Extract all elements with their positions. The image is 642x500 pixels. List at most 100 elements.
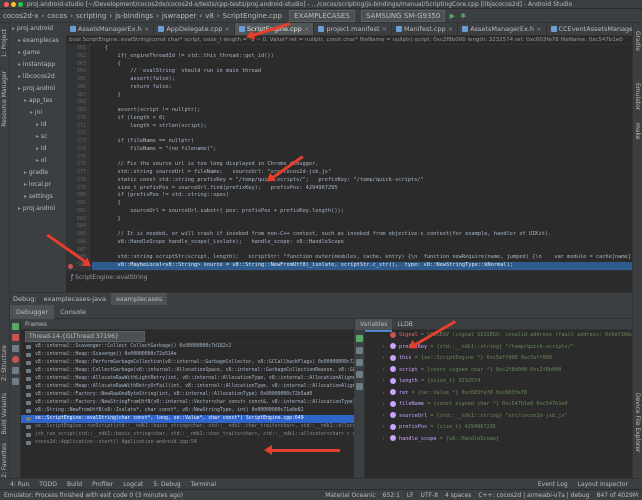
tree-node[interactable]: ▸ jni: [10, 107, 66, 119]
variable-row[interactable]: › prefixPos = {size_t} 4294967295: [366, 422, 632, 434]
expand-arrow-icon[interactable]: ›: [382, 411, 385, 423]
stack-frame[interactable]: v8::internal::Factory::NewRawOneByteStri…: [21, 391, 354, 399]
breadcrumb[interactable]: cocos2d-x › cocos › scripting › js-bindings › js…: [0, 12, 285, 20]
expand-arrow-icon[interactable]: ›: [382, 376, 385, 388]
bottom-tab[interactable]: TODO: [34, 479, 62, 489]
tab-lldb[interactable]: LLDB: [392, 319, 417, 330]
close-icon[interactable]: ×: [534, 25, 541, 33]
structure-tool-button[interactable]: Z: Structure: [1, 345, 8, 381]
stack-frame[interactable]: jsb_run_script(std::__ndk1::basic_string…: [21, 431, 354, 439]
build-variants-tool-button[interactable]: Build Variants: [1, 393, 8, 434]
code-line[interactable]: [92, 154, 632, 162]
status-position[interactable]: 652:1: [383, 492, 400, 499]
code-line[interactable]: std::string scriptStr(script, length); s…: [92, 254, 633, 262]
add-watch-icon[interactable]: [356, 335, 363, 342]
bottom-tab[interactable]: 5: Debug: [148, 479, 185, 489]
thread-select[interactable]: Thread-14-{GLThread 37196}: [25, 331, 145, 342]
stack-frame[interactable]: v8::internal::Heap::AllocateRawWithLight…: [21, 375, 354, 383]
breadcrumb-item[interactable]: v8: [202, 9, 217, 22]
tree-node[interactable]: ▸ Id: [10, 119, 66, 131]
status-theme[interactable]: Material Oceanic: [325, 492, 375, 499]
variable-row[interactable]: › handle_scope = {v8::HandleScope}: [366, 434, 632, 446]
code-line[interactable]: // Fix the source url is too long displa…: [92, 161, 632, 169]
mute-breakpoints-icon[interactable]: [12, 367, 19, 374]
tab-cceventassetsmanagerex-h[interactable]: CCEventAssetsManagerEx.h ×: [547, 23, 632, 35]
tree-node[interactable]: ▸ instantapp: [10, 59, 66, 71]
gradle-tool-button[interactable]: Gradle: [634, 31, 641, 51]
move-up-icon[interactable]: [356, 359, 363, 366]
code-line[interactable]: return false;: [92, 84, 632, 92]
code-line[interactable]: [92, 99, 632, 107]
code-line[interactable]: if(_engineThreadId != std::this_thread::…: [92, 53, 632, 61]
tab-project-manifest[interactable]: project.manifest ×: [314, 23, 393, 35]
stack-frame[interactable]: v8::String::NewFromUtf8(v8::Isolate*, ch…: [21, 407, 354, 415]
code-line[interactable]: [92, 223, 632, 231]
stack-frame[interactable]: v8::internal::Heap::AllocateRawWithRetry…: [21, 383, 354, 391]
tab-manifest-cpp[interactable]: Manifest.cpp ×: [392, 23, 459, 35]
line-gutter[interactable]: 561 562 563 564 565 566 567 568 569 570 571 572 573 5…: [66, 45, 90, 270]
code-line[interactable]: {: [92, 200, 632, 208]
code-line[interactable]: assert(script != nullptr);: [92, 107, 632, 115]
status-context[interactable]: C++: cocos2d | armeabi-v7a | debug: [478, 492, 589, 499]
bottom-right-tab[interactable]: Layout Inspector: [573, 479, 633, 489]
status-line-separator[interactable]: LF: [407, 492, 414, 499]
status-memory[interactable]: 847 of 4029M: [597, 492, 639, 499]
stack-frame[interactable]: v8::internal::Heap::CollectGarbage(v8::i…: [21, 367, 354, 375]
variable-row[interactable]: › this = {se::ScriptEngine *} 0xc5eff000 …: [366, 353, 632, 365]
code-line[interactable]: v8::MaybeLocal<v8::String> source = v8::…: [92, 262, 632, 270]
breadcrumb-item[interactable]: cocos: [44, 9, 70, 22]
status-encoding[interactable]: UTF-8: [421, 492, 439, 499]
code-line[interactable]: static const std::string prefixKey = "/t…: [92, 177, 632, 185]
bottom-tab[interactable]: 4: Run: [5, 479, 34, 489]
stack-frame[interactable]: v8::internal::Scavenger::Collect Collect…: [21, 343, 354, 351]
expand-arrow-icon[interactable]: ›: [382, 353, 385, 365]
expand-arrow-icon[interactable]: ›: [382, 399, 385, 411]
run-config-select[interactable]: EXAMPLECASES: [289, 10, 355, 22]
stack-frame[interactable]: se::ScriptEngine::runScript(std::__ndk1:…: [21, 423, 354, 431]
code-line[interactable]: [92, 130, 632, 138]
bottom-tab[interactable]: Build: [62, 479, 87, 489]
debug-icon[interactable]: ✱: [460, 12, 466, 20]
code-line[interactable]: }: [92, 92, 632, 100]
code-line[interactable]: }: [92, 216, 632, 224]
stack-frame[interactable]: v8::internal::Factory::NewStringFromUtf8…: [21, 399, 354, 407]
bottom-right-tab[interactable]: Event Log: [533, 479, 573, 489]
variable-row[interactable]: › fileName = {const signed char *} 0xc547…: [366, 399, 632, 411]
tree-node[interactable]: ▸ proj.android: [10, 23, 66, 35]
breadcrumb-item[interactable]: scripting: [73, 9, 109, 22]
tree-node[interactable]: ▸ app_tes: [10, 95, 66, 107]
code-line[interactable]: assert(false);: [92, 76, 632, 84]
bottom-tab[interactable]: Terminal: [186, 479, 221, 489]
status-message[interactable]: Emulator: Process finished with exit cod…: [0, 492, 183, 499]
expand-arrow-icon[interactable]: ›: [382, 434, 385, 446]
tree-node[interactable]: ▸ ol: [10, 155, 66, 167]
breadcrumb-item[interactable]: cocos2d-x: [0, 9, 41, 22]
code-line[interactable]: length = strlen(script);: [92, 123, 632, 131]
tree-node[interactable]: ▸ libcocos2d: [10, 71, 66, 83]
code-area[interactable]: 561 562 563 564 565 566 567 568 569 570 571 572 573 5…: [66, 45, 632, 270]
thread-selector[interactable]: Thread-14-{GLThread 37196}: [21, 330, 354, 343]
variable-row[interactable]: › length = {ssize_t} 3232574: [366, 376, 632, 388]
code-line[interactable]: if (prefixPos != std::string::npos): [92, 192, 632, 200]
tab-assetsmanagerex-h[interactable]: AssetsManagerEx.h ×: [66, 23, 155, 35]
device-file-explorer-tool-button[interactable]: Device File Explorer: [634, 393, 641, 452]
breakpoints-icon[interactable]: [12, 356, 19, 363]
tree-node[interactable]: ▸ sc: [10, 131, 66, 143]
variable-row[interactable]: › ret = {se::Value *} 0xc603fe78 0xc603fe…: [366, 388, 632, 400]
code-line[interactable]: // `evalString` should run in main threa…: [92, 68, 632, 76]
tab-console[interactable]: Console: [54, 305, 92, 319]
tree-node[interactable]: ▸ Id: [10, 143, 66, 155]
editor-breadcrumb-label[interactable]: ScriptEngine::evalString: [75, 274, 148, 281]
close-icon[interactable]: ×: [142, 25, 149, 33]
code-line[interactable]: size_t prefixPos = sourceUrl.find(prefix…: [92, 185, 632, 193]
tab-assetsmanagerex-h[interactable]: AssetsManagerEx.h ×: [458, 23, 547, 35]
code-line[interactable]: std::string sourceUrl = fileName; source…: [92, 169, 632, 177]
favorites-tool-button[interactable]: 2: Favorites: [1, 443, 8, 478]
code-line[interactable]: sourceUrl = sourceUrl.substr( pos: prefi…: [92, 208, 632, 216]
expand-arrow-icon[interactable]: ›: [382, 422, 385, 434]
remove-watch-icon[interactable]: [356, 347, 363, 354]
emulator-tool-button[interactable]: Emulator: [634, 83, 641, 110]
code-line[interactable]: fileName = "(no filename)";: [92, 146, 632, 154]
bottom-tab[interactable]: Profiler: [87, 479, 118, 489]
make-tool-button[interactable]: make: [634, 123, 641, 139]
